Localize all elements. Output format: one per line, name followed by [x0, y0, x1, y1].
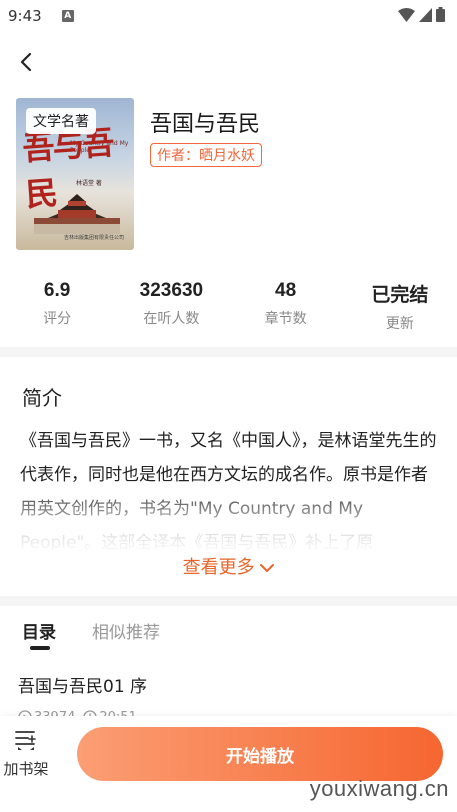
back-button[interactable]: [12, 48, 40, 76]
category-badge: 文学名著: [26, 108, 96, 134]
author-tag[interactable]: 作者：晒月水妖: [150, 143, 262, 167]
stat-listeners: 323630 在听人数: [114, 280, 228, 333]
signal-icon: [419, 7, 432, 22]
intro-title: 简介: [22, 386, 62, 410]
chevron-down-icon: [260, 564, 275, 572]
tab-similar[interactable]: 相似推荐: [92, 618, 160, 643]
stat-label: 更新: [385, 316, 414, 332]
stat-rating: 6.9 评分: [0, 280, 114, 333]
tab-label: 相似推荐: [92, 623, 160, 643]
stat-value: 48: [275, 280, 297, 301]
start-play-button[interactable]: 开始播放: [77, 727, 443, 781]
stat-value: 6.9: [43, 280, 71, 301]
status-bar: 9:43 A: [0, 0, 457, 32]
stat-value: 323630: [139, 280, 204, 301]
stat-label: 评分: [43, 311, 72, 327]
tab-bar: 目录 相似推荐: [22, 618, 160, 650]
chevron-left-icon: [20, 52, 32, 72]
bookshelf-add-icon: [15, 731, 36, 750]
stat-value: 已完结: [371, 285, 429, 306]
add-to-shelf-label: 加书架: [3, 760, 49, 778]
active-tab-indicator: [30, 646, 50, 650]
status-icons: [398, 7, 445, 22]
watermark: youxiwang.cn: [309, 776, 449, 801]
stat-chapters: 48 章节数: [229, 280, 343, 333]
book-title: 吾国与吾民: [150, 112, 261, 137]
add-to-shelf-button[interactable]: 加书架: [0, 728, 52, 779]
section-divider: [0, 347, 457, 357]
wifi-icon: [398, 7, 415, 22]
stats-row: 6.9 评分 323630 在听人数 48 章节数 已完结 更新: [0, 280, 457, 333]
cover-publisher: 吉林出版集团有限责任公司: [64, 235, 125, 241]
see-more-button[interactable]: 查看更多: [0, 553, 457, 579]
chapter-title: 吾国与吾民01 序: [18, 677, 148, 697]
see-more-label: 查看更多: [182, 557, 255, 578]
status-time: 9:43: [8, 7, 42, 25]
stat-label: 在听人数: [143, 311, 200, 327]
stat-update: 已完结 更新: [343, 280, 457, 333]
section-divider: [0, 596, 457, 606]
cover-author: 林语堂 著: [76, 180, 102, 187]
intro-fade: [0, 484, 457, 554]
notification-icon: A: [61, 10, 74, 22]
tab-label: 目录: [22, 623, 56, 643]
stat-label: 章节数: [264, 311, 307, 327]
battery-icon: [436, 7, 445, 22]
forbidden-city-illustration: [34, 194, 120, 234]
tab-catalog[interactable]: 目录: [22, 618, 56, 650]
